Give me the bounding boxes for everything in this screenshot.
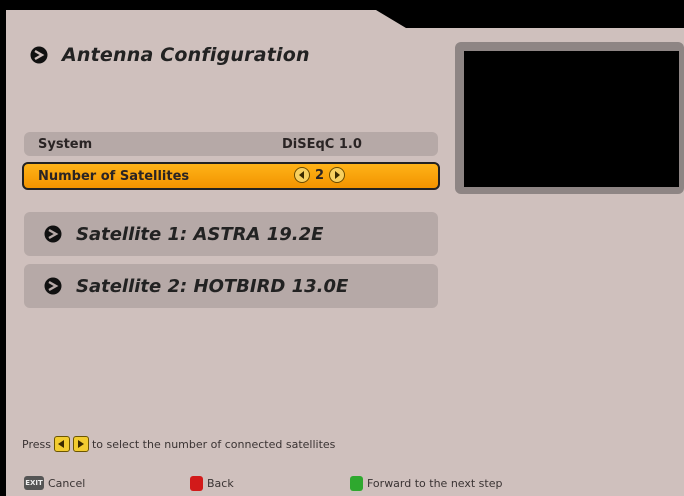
chevron-right-circle-icon bbox=[30, 46, 48, 64]
red-key-icon bbox=[190, 476, 203, 491]
hint-press-text: Press bbox=[22, 437, 51, 451]
arrow-left-icon[interactable] bbox=[294, 167, 310, 183]
back-button[interactable]: Back bbox=[190, 476, 234, 491]
back-label: Back bbox=[207, 477, 234, 490]
footer-bar: EXIT Cancel Back Forward to the next ste… bbox=[0, 476, 684, 496]
screen: Antenna Configuration System DiSEqC 1.0 … bbox=[0, 0, 684, 496]
satellite-2-label: Satellite 2: HOTBIRD 13.0E bbox=[76, 275, 349, 297]
tv-preview bbox=[464, 51, 679, 187]
satellite-item-2[interactable]: Satellite 2: HOTBIRD 13.0E bbox=[24, 264, 438, 308]
chevron-right-circle-icon bbox=[44, 225, 62, 243]
forward-label: Forward to the next step bbox=[367, 477, 503, 490]
setting-row-number-of-satellites[interactable]: Number of Satellites 2 bbox=[22, 162, 440, 190]
page-title: Antenna Configuration bbox=[62, 44, 310, 66]
number-of-satellites-label: Number of Satellites bbox=[38, 168, 190, 184]
exit-key-icon: EXIT bbox=[24, 476, 44, 490]
hint-text: to select the number of connected satell… bbox=[91, 437, 336, 451]
right-key-icon bbox=[72, 436, 89, 452]
satellite-count-stepper[interactable]: 2 bbox=[294, 167, 346, 183]
left-key-icon bbox=[53, 436, 70, 452]
satellite-1-label: Satellite 1: ASTRA 19.2E bbox=[76, 223, 324, 245]
system-label: System bbox=[38, 136, 93, 152]
chevron-right-circle-icon bbox=[44, 277, 62, 295]
forward-button[interactable]: Forward to the next step bbox=[350, 476, 502, 491]
green-key-icon bbox=[350, 476, 363, 491]
satellite-count-value: 2 bbox=[315, 167, 325, 183]
system-value: DiSEqC 1.0 bbox=[282, 136, 362, 152]
setting-row-system[interactable]: System DiSEqC 1.0 bbox=[24, 132, 438, 156]
cancel-label: Cancel bbox=[48, 476, 86, 490]
satellite-item-1[interactable]: Satellite 1: ASTRA 19.2E bbox=[24, 212, 438, 256]
page-header: Antenna Configuration bbox=[30, 44, 310, 66]
arrow-right-icon[interactable] bbox=[329, 167, 346, 183]
cancel-button[interactable]: EXIT Cancel bbox=[24, 476, 85, 490]
help-hint: Press to select the number of connected … bbox=[22, 436, 335, 452]
